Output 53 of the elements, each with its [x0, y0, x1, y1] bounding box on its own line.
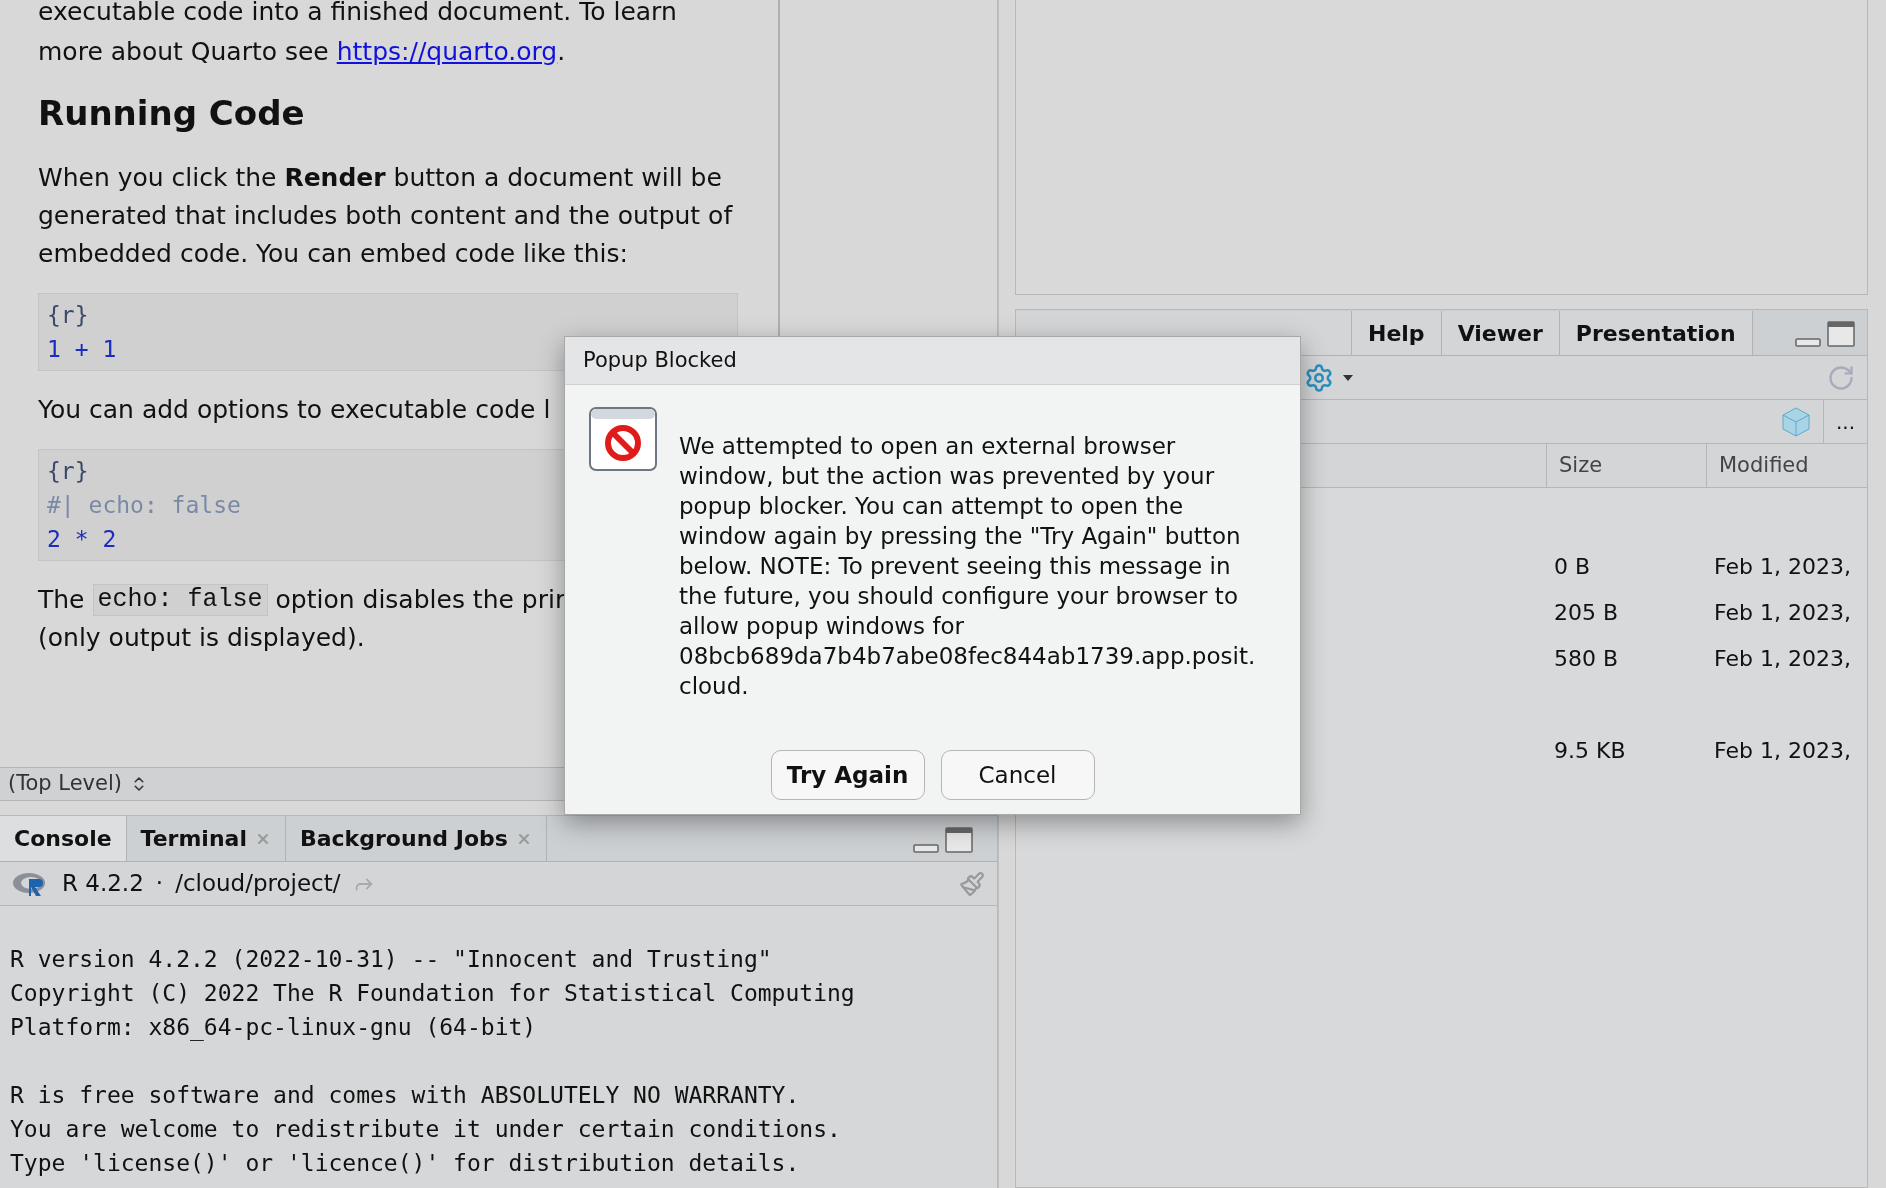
separator-dot: · [155, 869, 164, 899]
code-line: 1 + 1 [47, 335, 117, 364]
column-header[interactable]: Size [1546, 444, 1706, 487]
caret-icon[interactable] [1342, 373, 1354, 382]
modified-cell: Feb 1, 2023, [1714, 737, 1851, 763]
size-cell: 205 B [1554, 599, 1619, 625]
size-cell: 9.5 KB [1554, 737, 1626, 763]
code-line: {r} [47, 457, 89, 486]
console-output-line: Platform: x86_64-pc-linux-gnu (64-bit) [10, 1013, 537, 1043]
section-heading: Running Code [38, 92, 305, 135]
size-cell: 0 B [1554, 553, 1591, 579]
code-line: 2 * 2 [47, 525, 117, 554]
paragraph-text: (only output is displayed). [38, 622, 365, 654]
dialog-button[interactable]: Cancel [940, 750, 1095, 800]
gear-icon[interactable] [1304, 362, 1334, 393]
maximize-icon[interactable] [1827, 321, 1855, 347]
r-cube-icon[interactable] [1780, 406, 1811, 437]
paragraph: executable code into a finished document. To learn more about Quarto see https://quarto.org. [38, 0, 678, 68]
dialog-message: We attempted to open an external browser window, but the action was prevented by your popup blocker. You can attempt to open the window again by pressing the "Try Again" button below. NOTE: To prevent seeing this message in the future, you should configure your browser to allow popup windows for 08bcb689da7b4b7abe08fec844ab1739.app.posit. cloud. [679, 432, 1257, 701]
minimize-icon[interactable] [913, 841, 939, 853]
console-output-line: R version 4.2.2 (2022-10-31) -- "Innocent and Trusting" [10, 945, 772, 974]
paragraph: You can add options to executable code l [38, 394, 552, 426]
blocked-window-icon [589, 407, 657, 471]
pane-tab[interactable]: Presentation [1559, 311, 1753, 355]
paragraph: When you click the Render button a document will be generated that includes both content and the output of embedded code. You can embed code like this: [38, 162, 734, 270]
broom-icon[interactable] [959, 870, 985, 897]
modified-cell: Feb 1, 2023, [1714, 599, 1851, 625]
r-version: R 4.2.2 [62, 869, 144, 899]
working-directory[interactable]: /cloud/project/ [175, 866, 341, 901]
console-output-line: You are welcome to redistribute it under certain conditions. [10, 1115, 841, 1144]
inline-code: echo: false [92, 584, 268, 616]
pane-tab[interactable]: Help [1352, 311, 1442, 355]
size-cell: 580 B [1554, 645, 1619, 671]
dialog-title: Popup Blocked [583, 346, 737, 374]
console-output-line: Copyright (C) 2022 The R Foundation for Statistical Computing [10, 979, 855, 1008]
modified-cell: Feb 1, 2023, [1714, 553, 1851, 579]
minimize-icon[interactable] [1795, 335, 1821, 347]
quarto-link[interactable]: https://quarto.org [336, 37, 558, 66]
refresh-icon[interactable] [1827, 363, 1855, 392]
paragraph-text: option disables the prir [275, 584, 566, 616]
code-line: #| echo: false [47, 491, 241, 520]
paragraph-text: The [38, 584, 85, 616]
dialog-button[interactable]: Try Again [770, 750, 925, 800]
modified-cell: Feb 1, 2023, [1714, 645, 1851, 671]
column-header[interactable]: Modified [1706, 444, 1867, 487]
scope-label[interactable]: (Top Level) [8, 768, 122, 800]
more-button[interactable]: ... [1822, 400, 1867, 443]
maximize-icon[interactable] [945, 827, 973, 853]
code-line: {r} [47, 301, 89, 330]
console-output-line: R is free software and comes with ABSOLUTELY NO WARRANTY. [10, 1081, 800, 1110]
console-output-line: Type 'license()' or 'licence()' for distribution details. [10, 1149, 800, 1178]
pane-tab[interactable]: Viewer [1441, 311, 1560, 355]
console-tab[interactable]: Console [0, 816, 127, 861]
